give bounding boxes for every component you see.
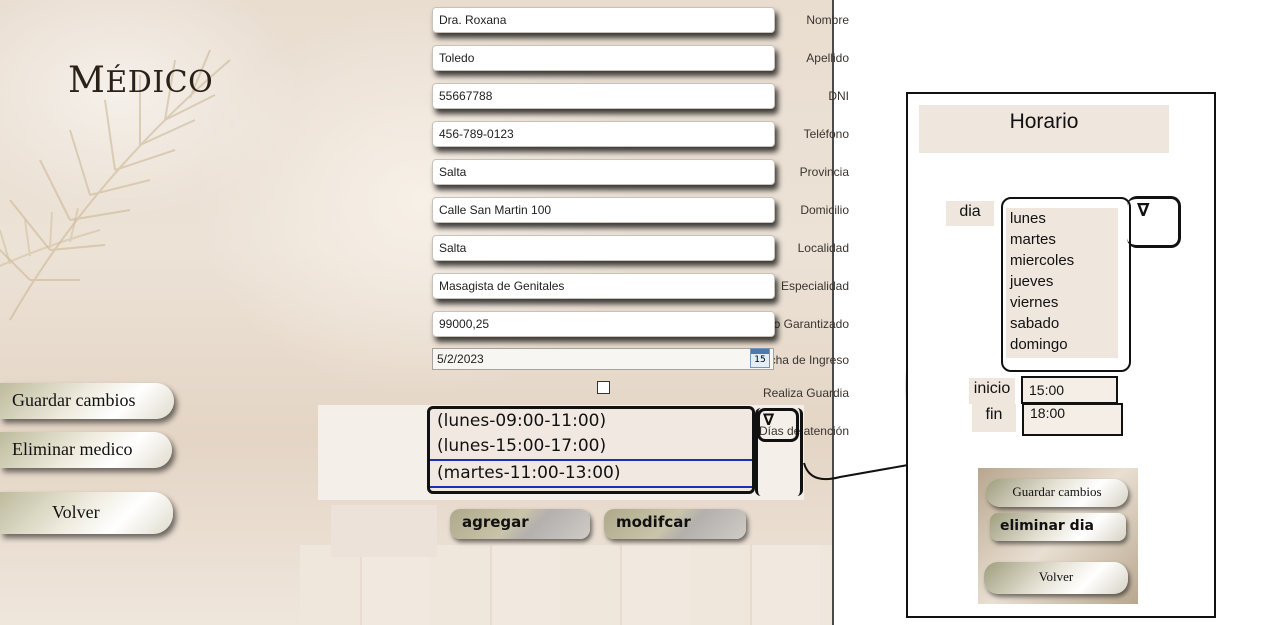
dni-field[interactable]: 55667788 bbox=[432, 83, 775, 109]
eliminar-medico-button[interactable]: Eliminar medico bbox=[0, 432, 172, 468]
provincia-label: Provincia bbox=[799, 165, 849, 179]
domicilio-label: Domicilio bbox=[800, 203, 849, 217]
dias-atencion-list[interactable]: (lunes-09:00-11:00) (lunes-15:00-17:00) … bbox=[427, 406, 755, 494]
palm-decoration bbox=[0, 49, 231, 321]
dias-list-item[interactable]: (lunes-15:00-17:00) bbox=[430, 434, 752, 459]
localidad-field[interactable]: Salta bbox=[432, 235, 775, 261]
domicilio-field[interactable]: Calle San Martin 100 bbox=[432, 197, 775, 223]
telefono-field[interactable]: 456-789-0123 bbox=[432, 121, 775, 147]
connector-arrow bbox=[803, 462, 909, 481]
dia-option-miercoles[interactable]: miercoles bbox=[1006, 250, 1118, 271]
agregar-button[interactable]: agregar bbox=[450, 509, 590, 539]
dia-option-lunes[interactable]: lunes bbox=[1006, 208, 1118, 229]
calendar-icon[interactable]: 15 bbox=[750, 348, 770, 368]
inicio-label: inicio bbox=[969, 378, 1015, 404]
horario-title: Horario bbox=[919, 105, 1169, 153]
volver-button[interactable]: Volver bbox=[0, 492, 173, 534]
dropdown-arrow-icon: ∇ bbox=[1137, 200, 1150, 221]
dia-dropdown-button[interactable] bbox=[1127, 196, 1181, 248]
dropdown-arrow-icon: ∇ bbox=[763, 410, 775, 429]
apellido-field[interactable]: Toledo bbox=[432, 45, 775, 71]
localidad-label: Localidad bbox=[797, 241, 849, 255]
dia-option-jueves[interactable]: jueves bbox=[1006, 271, 1118, 292]
especialidad-label: Especialidad bbox=[780, 279, 849, 293]
nombre-label: Nombre bbox=[806, 13, 849, 27]
placeholder-block bbox=[331, 505, 437, 557]
inicio-field[interactable]: 15:00 bbox=[1021, 376, 1118, 404]
dia-option-sabado[interactable]: sabado bbox=[1006, 313, 1118, 334]
realiza-guardia-checkbox[interactable] bbox=[597, 381, 610, 394]
dias-list-item-selected[interactable]: (martes-11:00-13:00) bbox=[430, 459, 752, 488]
realiza-guardia-label: Realiza Guardia bbox=[762, 386, 849, 400]
dia-label: dia bbox=[946, 201, 994, 226]
dia-option-martes[interactable]: martes bbox=[1006, 229, 1118, 250]
dias-list-item[interactable]: (lunes-09:00-11:00) bbox=[430, 409, 752, 434]
nombre-field[interactable]: Dra. Roxana bbox=[432, 7, 775, 33]
dni-label: DNI bbox=[828, 89, 849, 103]
fecha-ingreso-field[interactable]: 5/2/2023 bbox=[432, 348, 774, 370]
page-title: MÉDICO bbox=[68, 60, 214, 101]
modificar-button[interactable]: modifcar bbox=[604, 509, 746, 539]
guardar-cambios-button[interactable]: Guardar cambios bbox=[0, 383, 174, 419]
apellido-label: Apellido bbox=[806, 51, 849, 65]
horario-guardar-button[interactable]: Guardar cambios bbox=[986, 479, 1128, 507]
provincia-field[interactable]: Salta bbox=[432, 159, 775, 185]
eliminar-dia-button[interactable]: eliminar dia bbox=[990, 513, 1126, 541]
dia-option-viernes[interactable]: viernes bbox=[1006, 292, 1118, 313]
dia-option-domingo[interactable]: domingo bbox=[1006, 334, 1118, 355]
dia-options: lunes martes miercoles jueves viernes sa… bbox=[1006, 208, 1118, 358]
sueldo-field[interactable]: 99000,25 bbox=[432, 311, 775, 337]
telefono-label: Teléfono bbox=[803, 127, 849, 141]
horario-volver-button[interactable]: Volver bbox=[984, 562, 1128, 594]
floor-decoration bbox=[300, 545, 834, 625]
fin-field[interactable]: 18:00 bbox=[1022, 403, 1123, 436]
especialidad-field[interactable]: Masagista de Genitales bbox=[432, 273, 775, 299]
fin-label: fin bbox=[972, 404, 1016, 432]
